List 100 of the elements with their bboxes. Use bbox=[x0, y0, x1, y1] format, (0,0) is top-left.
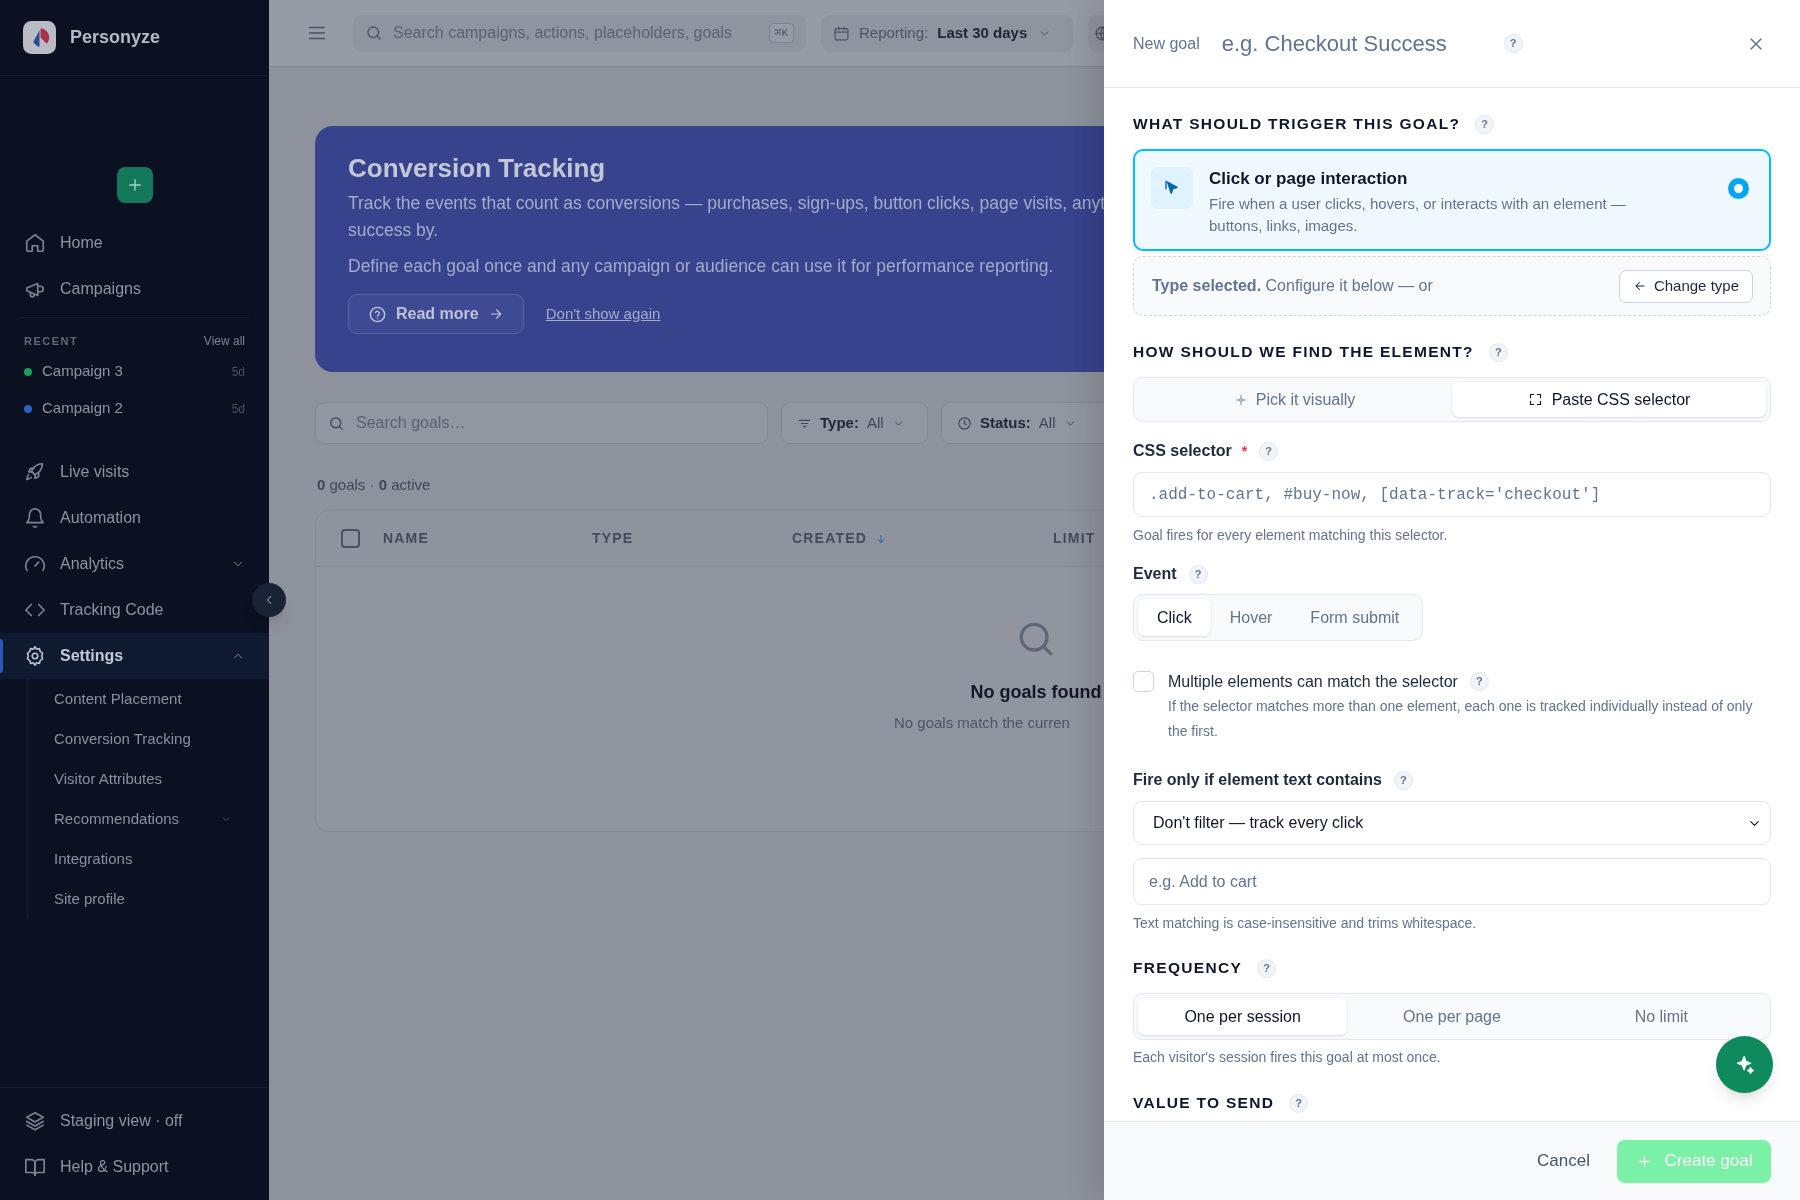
cancel-button[interactable]: Cancel bbox=[1537, 1148, 1590, 1174]
column-header[interactable]: NAME bbox=[383, 528, 430, 549]
nav-item[interactable]: Campaigns bbox=[0, 266, 251, 312]
trigger-option[interactable]: Click or page interaction Fire when a user clicks, hovers, or interacts with an element — buttons, links, images. bbox=[1133, 149, 1771, 251]
reporting-dropdown[interactable]: Reporting: Last 30 days bbox=[821, 14, 1073, 52]
selector-field[interactable]: .add-to-cart, #buy-now, [data-track='checkout'] bbox=[1133, 472, 1771, 517]
segment-tab[interactable]: Click bbox=[1138, 599, 1211, 636]
nav-item[interactable]: Live visits bbox=[0, 449, 251, 495]
field-label: Fire only if element text contains bbox=[1133, 770, 1382, 790]
section-heading: HOW SHOULD WE FIND THE ELEMENT? bbox=[1133, 342, 1474, 363]
helper-text: Each visitor's session fires this goal at most once. bbox=[1133, 1048, 1441, 1067]
help-icon bbox=[368, 304, 387, 324]
banner-title: Conversion Tracking bbox=[348, 152, 607, 185]
checkbox-label: Multiple elements can match the selector bbox=[1168, 671, 1458, 692]
section-heading: FREQUENCY bbox=[1133, 958, 1242, 979]
crosshair-icon bbox=[1234, 393, 1247, 406]
submenu-item[interactable]: Content Placement bbox=[28, 679, 269, 719]
nav-item[interactable]: Help & Support bbox=[0, 1144, 269, 1190]
age-label: 5d bbox=[231, 363, 245, 381]
helper-text: Goal fires for every element matching this selector. bbox=[1133, 526, 1448, 545]
checkbox-description: If the selector matches more than one element, each one is tracked individually instead of only the first. bbox=[1168, 697, 1754, 741]
text-filter-select[interactable]: Don't filter — track every click bbox=[1133, 801, 1771, 845]
help-button[interactable]: ? bbox=[1393, 770, 1413, 790]
submenu-item[interactable]: Integrations bbox=[28, 839, 269, 879]
radio-button[interactable] bbox=[1728, 178, 1749, 199]
arrow-left-icon bbox=[1632, 279, 1647, 293]
section-heading: VALUE TO SEND bbox=[1133, 1093, 1275, 1114]
segment-tab[interactable]: No limit bbox=[1556, 998, 1766, 1035]
submenu-item[interactable]: Visitor Attributes bbox=[28, 759, 269, 799]
help-button[interactable]: ? bbox=[1289, 1093, 1309, 1113]
banner-text: Track the events that count as conversions — purchases, sign-ups, button clicks, page visits, anyt bbox=[348, 192, 1104, 215]
select-all-checkbox[interactable] bbox=[341, 529, 360, 548]
calendar-icon bbox=[833, 24, 850, 42]
column-header[interactable]: LIMIT bbox=[1053, 528, 1096, 549]
drawer-label: New goal bbox=[1133, 33, 1200, 54]
assistant-button[interactable] bbox=[1716, 1036, 1773, 1093]
checkbox[interactable] bbox=[1133, 671, 1154, 692]
goals-summary: 0 goals · 0 active bbox=[316, 475, 432, 495]
settings-icon bbox=[24, 645, 46, 667]
bell-icon bbox=[24, 507, 46, 529]
field-label: Event bbox=[1133, 564, 1177, 584]
help-button[interactable]: ? bbox=[1488, 342, 1508, 362]
nav-item[interactable]: Automation bbox=[0, 495, 251, 541]
corners-icon bbox=[1527, 392, 1543, 407]
segment-tab[interactable]: Hover bbox=[1210, 599, 1292, 636]
nav-item[interactable]: Tracking Code bbox=[0, 587, 251, 633]
recent-item[interactable]: Campaign 3 5d bbox=[0, 353, 269, 390]
shortcut-key: ⌘K bbox=[768, 22, 794, 44]
helper-text: Text matching is case-insensitive and trims whitespace. bbox=[1133, 914, 1477, 933]
empty-title: No goals found bbox=[970, 681, 1102, 704]
banner-text: success by. bbox=[348, 219, 440, 242]
goal-name-field[interactable]: e.g. Checkout Success bbox=[1221, 27, 1492, 60]
book-icon bbox=[24, 1156, 46, 1178]
segment-tab[interactable]: Paste CSS selector bbox=[1452, 382, 1766, 417]
brand-name: Personyze bbox=[70, 26, 161, 49]
cursor-icon bbox=[1163, 179, 1181, 197]
nav-item[interactable]: Settings bbox=[0, 633, 269, 679]
nav-item[interactable]: Home bbox=[0, 220, 251, 266]
search-icon bbox=[328, 414, 345, 432]
search-icon bbox=[365, 24, 383, 42]
help-button[interactable]: ? bbox=[1259, 441, 1279, 461]
help-button[interactable]: ? bbox=[1188, 564, 1208, 584]
empty-text: No goals match the curren bbox=[894, 713, 1070, 733]
age-label: 5d bbox=[231, 400, 245, 418]
help-button[interactable]: ? bbox=[1475, 114, 1495, 134]
help-button[interactable]: ? bbox=[1469, 672, 1489, 691]
status-filter[interactable]: Status: All bbox=[941, 402, 1104, 444]
clock-icon bbox=[957, 415, 972, 431]
column-header[interactable]: CREATED bbox=[792, 528, 888, 549]
section-label: RECENT bbox=[24, 333, 79, 349]
segment-tab[interactable]: Form submit bbox=[1291, 599, 1419, 636]
confirm-text: Type selected. Configure it below — or bbox=[1152, 276, 1433, 296]
option-description: Fire when a user clicks, hovers, or interacts with an element — buttons, links, images. bbox=[1209, 194, 1627, 236]
submenu-item[interactable]: Conversion Tracking bbox=[28, 719, 269, 759]
dismiss-link[interactable]: Don't show again bbox=[545, 302, 661, 326]
add-button[interactable] bbox=[116, 167, 153, 203]
submenu-item[interactable]: Recommendations bbox=[28, 799, 269, 839]
change-type-button[interactable]: Change type bbox=[1618, 269, 1753, 303]
option-title: Click or page interaction bbox=[1209, 168, 1409, 190]
segment-tab[interactable]: Pick it visually bbox=[1138, 382, 1452, 417]
submenu-item[interactable]: Site profile bbox=[28, 879, 269, 919]
nav-item[interactable]: Analytics bbox=[0, 541, 251, 587]
banner-text: Define each goal once and any campaign or audience can use it for performance reporting. bbox=[348, 255, 1055, 278]
home-icon bbox=[24, 232, 46, 254]
column-header[interactable]: TYPE bbox=[592, 528, 634, 549]
field-label: CSS selector bbox=[1133, 441, 1232, 461]
segment-tab[interactable]: One per page bbox=[1347, 998, 1557, 1035]
layers-icon bbox=[24, 1110, 46, 1132]
view-all-link[interactable]: View all bbox=[203, 332, 245, 350]
recent-item[interactable]: Campaign 2 5d bbox=[0, 390, 269, 427]
help-button[interactable]: ? bbox=[1503, 34, 1523, 53]
type-filter[interactable]: Type: All bbox=[781, 402, 928, 444]
section-heading: WHAT SHOULD TRIGGER THIS GOAL? bbox=[1133, 114, 1461, 135]
segment-tab[interactable]: One per session bbox=[1138, 998, 1348, 1035]
text-match-field[interactable]: e.g. Add to cart bbox=[1133, 858, 1771, 905]
help-button[interactable]: ? bbox=[1257, 958, 1276, 978]
logo-icon bbox=[23, 21, 56, 54]
read-more-button[interactable]: Read more bbox=[348, 294, 524, 334]
rocket-icon bbox=[24, 461, 46, 483]
nav-item[interactable]: Staging view · off bbox=[0, 1098, 269, 1144]
